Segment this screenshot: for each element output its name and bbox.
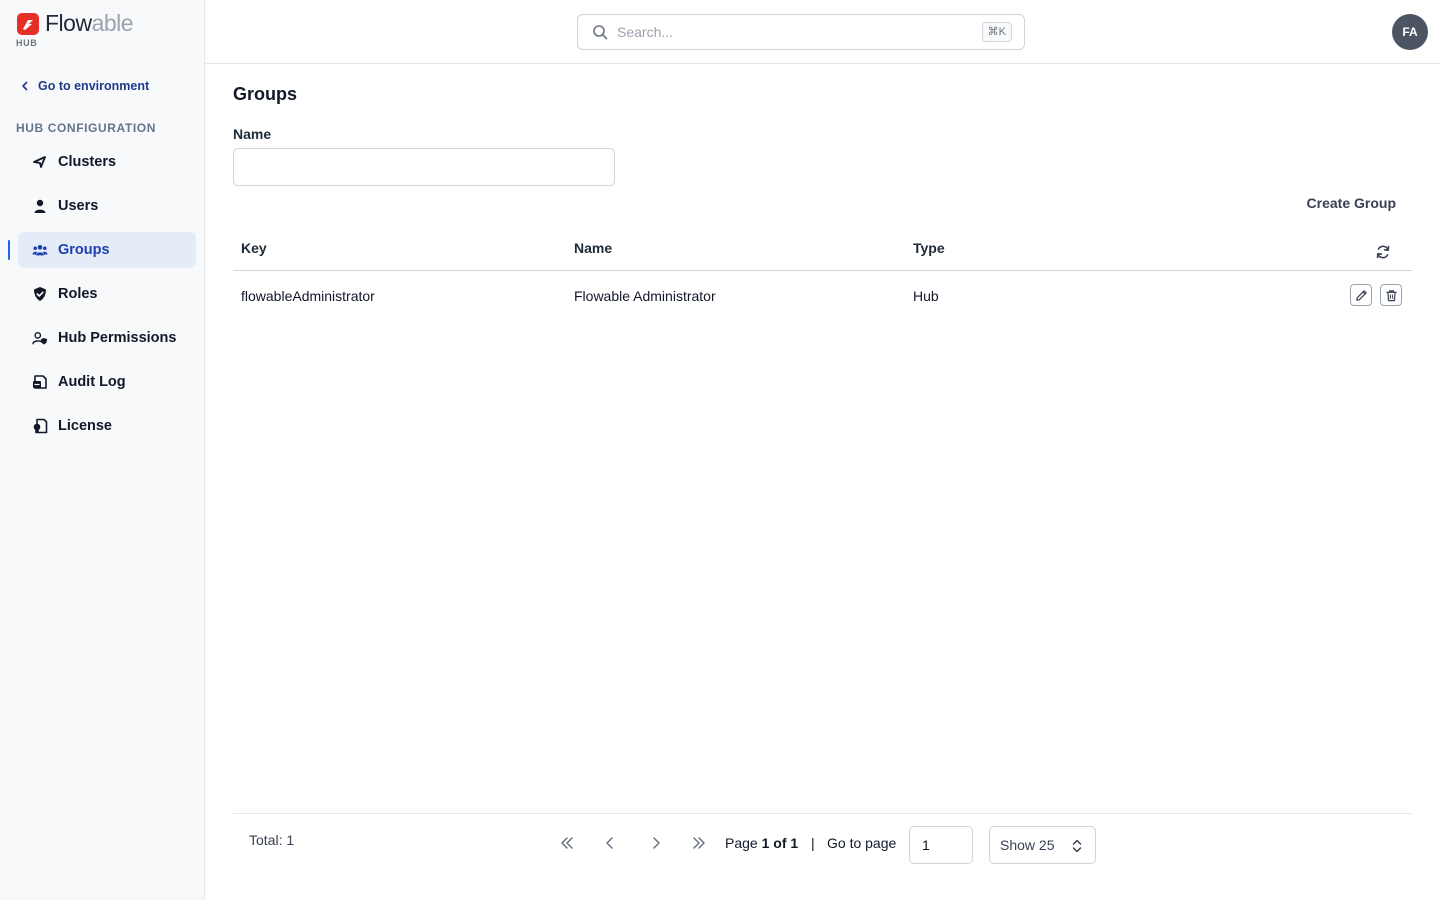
sidebar-item-label: Clusters (58, 154, 117, 170)
cell-name: Flowable Administrator (574, 288, 716, 304)
top-bar: ⌘K FA (205, 0, 1440, 64)
table-row[interactable]: flowableAdministrator Flowable Administr… (233, 271, 1412, 319)
sidebar-item-label: Hub Permissions (58, 330, 177, 346)
user-icon (32, 198, 48, 214)
pagination-separator: | (811, 835, 815, 851)
chevron-left-icon (22, 81, 28, 91)
chevron-right-icon (653, 837, 660, 849)
shield-icon (32, 286, 48, 302)
search-box[interactable]: ⌘K (577, 14, 1025, 50)
brand-wordmark: Flowable (45, 10, 134, 36)
chevron-left-icon (606, 837, 613, 849)
table-header: Key Name Type (233, 230, 1412, 271)
search-icon (593, 25, 608, 40)
delete-button[interactable] (1380, 284, 1402, 306)
main-content: Groups Name Create Group Key Name Type f… (233, 64, 1412, 900)
sidebar-item-users[interactable]: Users (18, 188, 196, 224)
user-avatar[interactable]: FA (1392, 14, 1428, 50)
sidebar-item-label: Groups (58, 242, 110, 258)
brand-subtitle: HUB (16, 38, 38, 48)
groups-table: Key Name Type flowableAdministrator Flow… (233, 230, 1412, 319)
page-size-select[interactable]: Show 25 (989, 826, 1096, 864)
sidebar-item-label: License (58, 418, 112, 434)
sidebar-item-audit-log[interactable]: Audit Log (18, 364, 196, 400)
clusters-icon (32, 154, 48, 170)
pagination-bar: Total: 1 Page 1 of 1 | Go to page Show 2… (233, 813, 1412, 873)
trash-icon (1385, 289, 1397, 301)
pencil-icon (1355, 289, 1367, 301)
flowable-logo-icon (17, 13, 39, 35)
name-filter-label: Name (233, 126, 272, 142)
section-title: HUB CONFIGURATION (16, 121, 156, 135)
groups-icon (32, 242, 48, 258)
column-header-key[interactable]: Key (241, 240, 267, 256)
chevron-double-right-icon (693, 837, 705, 849)
sidebar-item-label: Users (58, 198, 99, 214)
page-size-value: Show 25 (1000, 837, 1055, 853)
refresh-icon[interactable] (1375, 244, 1391, 260)
last-page-button[interactable] (690, 834, 708, 852)
sidebar-item-label: Audit Log (58, 374, 126, 390)
first-page-button[interactable] (558, 834, 576, 852)
column-header-type[interactable]: Type (913, 240, 945, 256)
go-to-environment-link[interactable]: Go to environment (20, 79, 149, 93)
user-permissions-icon (32, 330, 48, 346)
create-group-button[interactable]: Create Group (1307, 195, 1396, 211)
cell-type: Hub (913, 288, 939, 304)
sidebar: Flowable HUB Go to environment HUB CONFI… (0, 0, 205, 900)
search-input[interactable] (617, 24, 957, 40)
sidebar-item-label: Roles (58, 286, 98, 302)
page-indicator: Page 1 of 1 (725, 835, 799, 851)
sidebar-item-groups[interactable]: Groups (8, 232, 196, 268)
previous-page-button[interactable] (601, 834, 619, 852)
sidebar-item-clusters[interactable]: Clusters (18, 144, 196, 180)
page-title: Groups (233, 84, 298, 104)
next-page-button[interactable] (647, 834, 665, 852)
go-to-environment-label: Go to environment (38, 79, 150, 93)
brand-logo[interactable]: Flowable HUB (16, 10, 196, 50)
chevron-double-left-icon (561, 837, 573, 849)
column-header-name[interactable]: Name (574, 240, 612, 256)
sidebar-item-roles[interactable]: Roles (18, 276, 196, 312)
search-shortcut-badge: ⌘K (981, 22, 1012, 42)
sidebar-nav: Clusters Users Groups Roles Hub Permissi… (8, 144, 196, 452)
go-to-page-input[interactable] (909, 826, 973, 864)
sidebar-item-license[interactable]: License (18, 408, 196, 444)
sidebar-item-hub-permissions[interactable]: Hub Permissions (18, 320, 196, 356)
name-filter-input[interactable] (233, 148, 615, 186)
go-to-page-label: Go to page (827, 835, 897, 851)
total-count: Total: 1 (249, 832, 295, 848)
license-icon (32, 418, 48, 434)
chevron-up-down-icon (1072, 839, 1082, 853)
edit-button[interactable] (1350, 284, 1372, 306)
audit-log-icon (32, 374, 48, 390)
cell-key: flowableAdministrator (241, 288, 375, 304)
